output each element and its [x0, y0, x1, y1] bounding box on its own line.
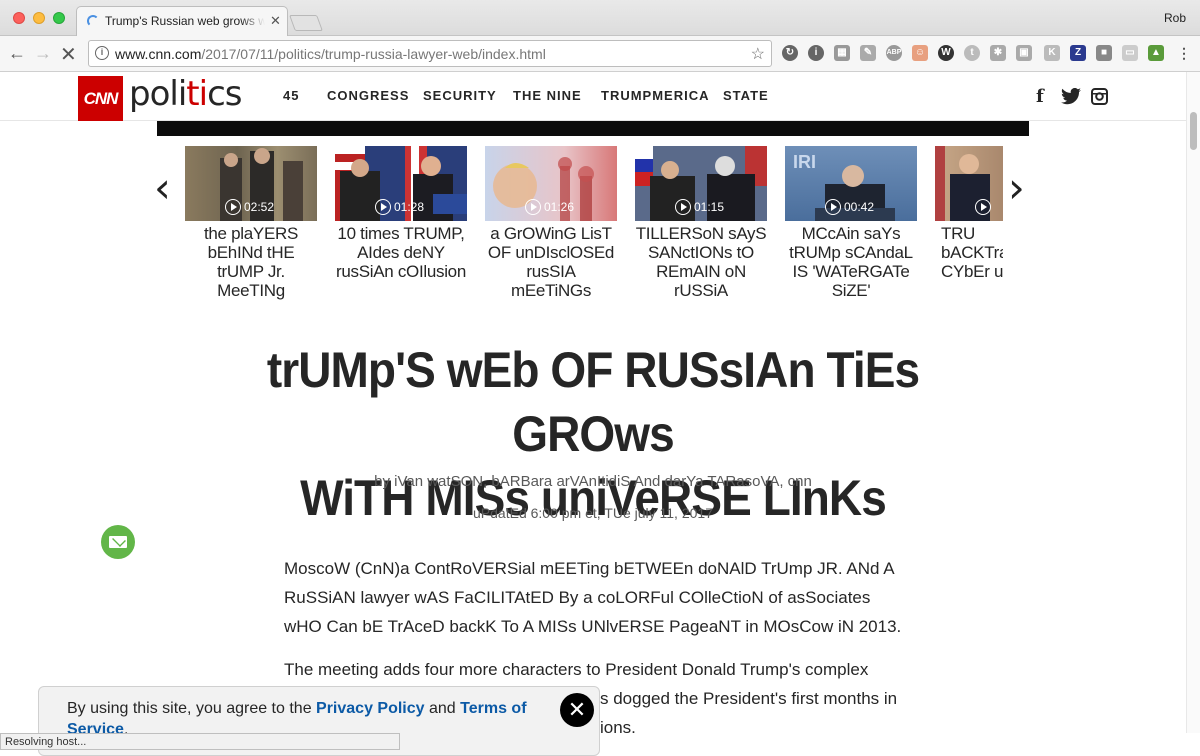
video-card[interactable]: 01:15 TILLERSoN sAyS SANctIONs tO REmAIN… — [635, 146, 767, 300]
video-duration: 01:15 — [694, 200, 725, 214]
email-share-icon[interactable] — [101, 525, 135, 559]
back-arrow-icon[interactable]: ← — [8, 43, 26, 64]
extension-window-icon[interactable]: ▭ — [1122, 45, 1138, 61]
video-card[interactable]: 02:52 the plaYERS bEhINd tHE trUMP Jr. M… — [185, 146, 317, 300]
scrollbar-thumb[interactable] — [1190, 112, 1197, 150]
play-icon — [975, 199, 991, 215]
video-thumbnail[interactable]: 01:26 — [485, 146, 617, 221]
forward-arrow-icon[interactable]: → — [34, 43, 52, 64]
nav-item-security[interactable]: SECURITY — [423, 88, 497, 103]
video-thumbnail[interactable]: IRI 00:42 — [785, 146, 917, 221]
loading-spinner-icon — [87, 15, 99, 27]
nav-item-trumpmerica[interactable]: TRUMPMERICA — [601, 88, 710, 103]
extension-info-icon[interactable]: i — [808, 45, 824, 61]
nav-item-the-nine[interactable]: THE NINE — [513, 88, 582, 103]
video-thumbnail[interactable] — [935, 146, 1003, 221]
video-card-partial[interactable]: TRU bACKTra CYbEr u rUs — [935, 146, 1003, 306]
menu-dots-icon[interactable]: ⋮ — [1176, 45, 1192, 61]
ad-banner-strip — [157, 121, 1029, 136]
tab-title: Trump's Russian web grows with Miss Univ… — [105, 14, 265, 28]
play-icon — [375, 199, 391, 215]
play-icon — [675, 199, 691, 215]
video-thumbnail[interactable]: 01:28 — [335, 146, 467, 221]
extension-w-icon[interactable]: W — [938, 45, 954, 61]
video-card[interactable]: 01:26 a GrOWinG LisT OF unDIsclOSEd rusS… — [485, 146, 617, 300]
play-icon — [525, 199, 541, 215]
facebook-icon[interactable]: f — [1036, 86, 1044, 107]
stop-loading-icon[interactable]: ✕ — [60, 42, 77, 67]
nav-item-state[interactable]: STATE — [723, 88, 769, 103]
cnn-logo[interactable]: CNN — [78, 76, 123, 121]
extension-k-icon[interactable]: K — [1044, 45, 1060, 61]
extension-box-icon[interactable]: ▣ — [1016, 45, 1032, 61]
profile-name[interactable]: Rob — [1164, 11, 1186, 25]
article-paragraph-fragment: s dogged the President's first months in — [600, 689, 898, 708]
video-title[interactable]: 10 times TRUMP, AIdes deNY rusSiAn cOIlu… — [335, 224, 467, 281]
page-scrollbar[interactable] — [1186, 72, 1200, 733]
browser-tab[interactable]: Trump's Russian web grows with Miss Univ… — [76, 6, 288, 37]
extension-square-icon[interactable]: ■ — [1096, 45, 1112, 61]
article-headline: trUMp'S wEb OF RUSsIAn TiEs GROws WiTH M… — [185, 338, 1000, 530]
status-bar: Resolving host... — [0, 733, 400, 750]
extension-z-icon[interactable]: Z — [1070, 45, 1086, 61]
video-title[interactable]: the plaYERS bEhINd tHE trUMP Jr. MeeTINg — [185, 224, 317, 300]
extension-gear-icon[interactable]: ✱ — [990, 45, 1006, 61]
new-tab-button[interactable] — [289, 15, 323, 31]
section-logo[interactable]: politics — [129, 74, 242, 114]
video-title[interactable]: TRU bACKTra CYbEr u rUs — [935, 224, 1003, 281]
adblock-icon[interactable]: ABP — [886, 45, 902, 61]
nav-item-congress[interactable]: CONGRESS — [327, 88, 409, 103]
video-duration: 01:28 — [394, 200, 425, 214]
video-title[interactable]: MCcAin saYs tRUMp sCAndaL IS 'WATeRGATe … — [785, 224, 917, 300]
play-icon — [225, 199, 241, 215]
tab-bar: Trump's Russian web grows with Miss Univ… — [0, 0, 1200, 37]
play-icon — [825, 199, 841, 215]
video-card[interactable]: TRU bACKTra CYbEr u rUs — [935, 146, 1003, 281]
instagram-icon[interactable] — [1091, 88, 1108, 105]
carousel-next-arrow-icon[interactable]: › — [1008, 163, 1025, 212]
video-thumbnail[interactable]: 02:52 — [185, 146, 317, 221]
article-byline: by iVan watSON, bARBara arVAnItidiS And … — [374, 473, 812, 490]
extension-pen-icon[interactable]: ✎ — [860, 45, 876, 61]
extension-refresh-icon[interactable]: ↻ — [782, 45, 798, 61]
video-card[interactable]: 01:28 10 times TRUMP, AIdes deNY rusSiAn… — [335, 146, 467, 281]
browser-toolbar: ← → ✕ i www.cnn.com/2017/07/11/politics/… — [0, 36, 1200, 72]
site-info-icon[interactable]: i — [95, 46, 109, 60]
video-title[interactable]: a GrOWinG LisT OF unDIsclOSEd rusSIA mEe… — [485, 224, 617, 300]
video-duration: 00:42 — [844, 200, 875, 214]
video-duration: 01:26 — [544, 200, 575, 214]
nav-item-45[interactable]: 45 — [283, 88, 299, 103]
video-title[interactable]: TILLERSoN sAyS SANctIONs tO REmAIN oN rU… — [635, 224, 767, 300]
article-timestamp: uPdatEd 6:00 pm et, TUe july 11, 2017 — [473, 505, 713, 521]
maximize-window-button[interactable] — [53, 12, 65, 24]
site-header: CNN politics 45 CONGRESS SECURITY THE NI… — [0, 72, 1186, 121]
privacy-policy-link[interactable]: Privacy Policy — [316, 700, 425, 717]
video-card[interactable]: IRI 00:42 MCcAin saYs tRUMp sCAndaL IS '… — [785, 146, 917, 300]
extension-face-icon[interactable]: ☺ — [912, 45, 928, 61]
carousel-prev-arrow-icon[interactable]: ‹ — [154, 163, 171, 212]
close-window-button[interactable] — [13, 12, 25, 24]
article-paragraph-fragment: ions. — [600, 718, 636, 737]
video-thumbnail[interactable]: 01:15 — [635, 146, 767, 221]
twitter-icon[interactable] — [1061, 88, 1081, 105]
extension-t-icon[interactable]: t — [964, 45, 980, 61]
headline-line-1: trUMp'S wEb OF RUSsIAn TiEs GROws — [266, 342, 920, 462]
address-bar[interactable]: i www.cnn.com/2017/07/11/politics/trump-… — [88, 40, 772, 67]
article-paragraph: The meeting adds four more characters to… — [284, 660, 869, 679]
bookmark-star-icon[interactable]: ☆ — [751, 44, 765, 64]
minimize-window-button[interactable] — [33, 12, 45, 24]
extension-grid-icon[interactable]: ▦ — [834, 45, 850, 61]
svg-text:IRI: IRI — [793, 152, 816, 172]
video-duration: 02:52 — [244, 200, 275, 214]
extension-photo-icon[interactable]: ▲ — [1148, 45, 1164, 61]
tab-close-icon[interactable]: ✕ — [270, 13, 281, 29]
close-icon[interactable]: ✕ — [560, 693, 594, 727]
article-paragraph: MoscoW (CnN)a ContRoVERSial mEETing bETW… — [284, 559, 902, 636]
url-text[interactable]: www.cnn.com/2017/07/11/politics/trump-ru… — [115, 46, 546, 62]
